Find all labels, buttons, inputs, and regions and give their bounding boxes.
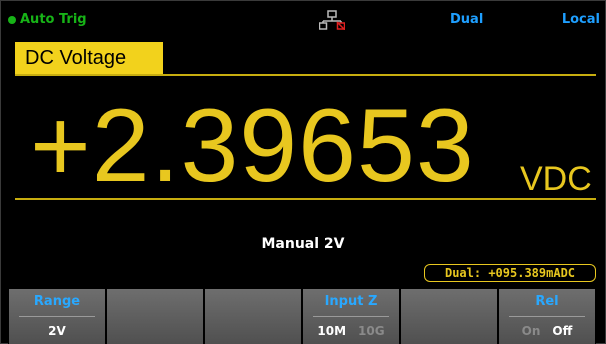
softkey-range-value: 2V [48, 324, 66, 338]
softkey-bar: Range 2V Input Z 10M 10G Rel On Off [8, 289, 598, 344]
softkey-range[interactable]: Range 2V [8, 289, 106, 344]
function-label: DC Voltage [15, 42, 163, 74]
softkey-input-z[interactable]: Input Z 10M 10G [302, 289, 400, 344]
softkey-separator [313, 316, 389, 317]
softkey-2[interactable] [106, 289, 204, 344]
local-mode-indicator: Local [561, 12, 600, 27]
network-icon [319, 10, 345, 30]
softkey-3[interactable] [204, 289, 302, 344]
trigger-label: Auto Trig [20, 12, 87, 27]
rel-option-on: On [521, 324, 541, 338]
range-info: Manual 2V [261, 236, 345, 252]
dual-readout: Dual: +095.389mADC [424, 264, 596, 282]
input-z-option-10g: 10G [358, 324, 385, 338]
softkey-separator [19, 316, 95, 317]
softkey-rel[interactable]: Rel On Off [498, 289, 596, 344]
dual-mode-indicator: Dual [450, 12, 484, 27]
trigger-status: Auto Trig [8, 12, 87, 27]
reading-unit: VDC [520, 160, 592, 198]
softkey-5[interactable] [400, 289, 498, 344]
softkey-input-z-title: Input Z [324, 294, 378, 309]
main-reading: +2.39653 [30, 88, 475, 204]
trigger-indicator-icon [8, 15, 16, 24]
divider-bottom [15, 198, 596, 200]
softkey-separator [509, 316, 585, 317]
divider-top [15, 74, 596, 76]
softkey-rel-title: Rel [535, 294, 559, 309]
status-bar: Auto Trig Dual Local [8, 10, 600, 32]
softkey-range-title: Range [33, 294, 81, 309]
input-z-option-10m: 10M [317, 324, 347, 338]
rel-option-off: Off [552, 324, 573, 338]
